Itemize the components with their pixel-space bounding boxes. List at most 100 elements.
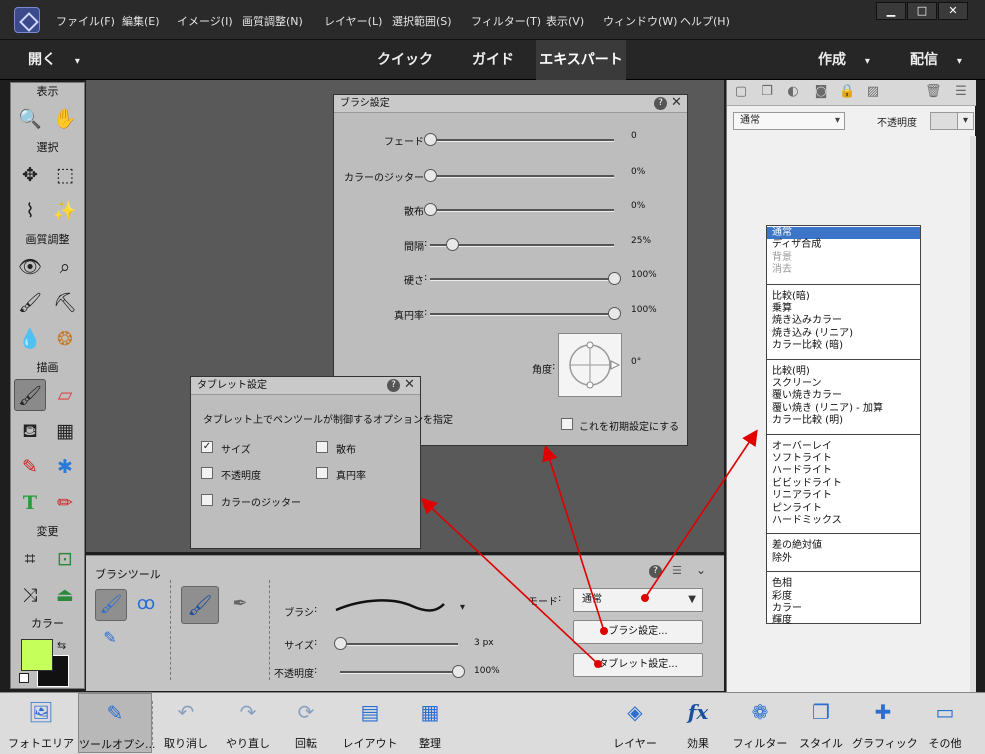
bottom-bar-styles-button[interactable]: ❐ スタイル [793, 693, 849, 753]
zoom-tool-icon[interactable]: 🔍 [14, 103, 46, 135]
maximize-button[interactable]: □ [907, 2, 937, 20]
minimize-button[interactable]: ▁ [876, 2, 906, 20]
layer-mask-icon[interactable]: ◙ [813, 84, 829, 100]
bottom-bar-undo-button[interactable]: ↶ 取り消し [156, 693, 216, 753]
lasso-tool-icon[interactable]: ⌇ [14, 195, 46, 227]
blend-mode-item[interactable]: スクリーン [767, 378, 920, 390]
close-button[interactable]: ✕ [938, 2, 968, 20]
move-tool-icon[interactable]: ✥ [14, 159, 46, 191]
pencil-tool-icon[interactable]: ✏ [49, 487, 81, 519]
blend-mode-item[interactable]: カラー比較 (明) [767, 415, 920, 427]
bottom-bar-rotate-button[interactable]: ⟳ 回転 [278, 693, 334, 753]
straighten-tool-icon[interactable]: ⏏ [49, 579, 81, 611]
red-eye-tool-icon[interactable]: 👁 [14, 251, 46, 283]
blend-mode-item[interactable]: 彩度 [767, 591, 920, 603]
blend-mode-item[interactable]: 色相 [767, 578, 920, 590]
blend-mode-item[interactable]: ディザ合成 [767, 239, 920, 251]
new-layer-icon[interactable]: ▢ [733, 84, 749, 100]
bottom-bar-redo-button[interactable]: ↷ やり直し [222, 693, 274, 753]
blend-mode-item[interactable]: 覆い焼きカラー [767, 390, 920, 402]
opacity-slider-knob[interactable] [452, 665, 465, 678]
open-button[interactable]: 開く ▾ [10, 40, 80, 80]
menu-filter[interactable]: フィルター(T) [471, 13, 541, 29]
bottom-bar-effects-button[interactable]: fx 効果 [670, 693, 726, 753]
menu-window[interactable]: ウィンドウ(W) [603, 13, 677, 29]
size-slider-knob[interactable] [334, 637, 347, 650]
tab-quick[interactable]: クイック [364, 40, 446, 80]
marquee-tool-icon[interactable]: ⬚ [49, 159, 81, 191]
menu-enhance[interactable]: 画質調整(N) [242, 13, 303, 29]
brush-slider-track[interactable] [430, 209, 614, 212]
bottom-bar-layers-button[interactable]: ◈ レイヤー [604, 693, 666, 753]
menu-image[interactable]: イメージ(I) [177, 13, 233, 29]
blend-mode-item[interactable]: ハードミックス [767, 515, 920, 527]
brush-slider-knob[interactable] [424, 203, 437, 216]
menu-file[interactable]: ファイル(F) [56, 13, 115, 29]
brush-slider-knob[interactable] [424, 133, 437, 146]
blend-mode-item[interactable]: ソフトライト [767, 453, 920, 465]
menu-help[interactable]: ヘルプ(H) [680, 13, 730, 29]
gradient-tool-icon[interactable]: ▦ [49, 415, 81, 447]
magic-wand-tool-icon[interactable]: ✨ [49, 195, 81, 227]
content-aware-move-tool-icon[interactable]: ⤨ [14, 579, 46, 611]
close-icon[interactable]: ✕ [670, 96, 683, 110]
tab-guided[interactable]: ガイド [456, 40, 530, 80]
blend-mode-item[interactable]: 差の絶対値 [767, 540, 920, 552]
smart-brush-tool-icon[interactable]: 🖌 [14, 287, 46, 319]
blend-mode-item[interactable]: ハードライト [767, 465, 920, 477]
default-colors-icon[interactable] [19, 673, 29, 683]
blend-mode-item[interactable]: 輝度 [767, 615, 920, 627]
layers-scrollbar[interactable] [970, 136, 976, 692]
menu-layer[interactable]: レイヤー(L) [324, 13, 382, 29]
tablet-size-checkbox[interactable]: ✓ [201, 441, 213, 453]
paint-bucket-tool-icon[interactable]: ⛾ [14, 415, 46, 447]
share-button[interactable]: 配信 ▾ [896, 40, 976, 80]
bottom-bar-layout-button[interactable]: ▤ レイアウト [342, 693, 398, 753]
brush-variant-icon[interactable]: 🖌 [95, 589, 127, 621]
airbrush-mode-icon[interactable]: ✒ [225, 589, 255, 619]
bottom-bar-organizer-button[interactable]: ▦ 整理 [402, 693, 458, 753]
blend-mode-item[interactable]: ビビッドライト [767, 478, 920, 490]
eraser-tool-icon[interactable]: ▱ [49, 379, 81, 411]
type-tool-icon[interactable]: T [14, 487, 46, 519]
blend-mode-item[interactable]: 通常 [767, 227, 920, 240]
blend-mode-item[interactable]: 背景 [767, 252, 920, 264]
blend-mode-item[interactable]: カラー比較 (暗) [767, 340, 920, 352]
crop-tool-icon[interactable]: ⌗ [14, 543, 46, 575]
brush-slider-knob[interactable] [608, 307, 621, 320]
eyedropper-tool-icon[interactable]: ✎ [14, 451, 46, 483]
sponge-tool-icon[interactable]: ❂ [49, 323, 81, 355]
brush-slider-knob[interactable] [608, 272, 621, 285]
hand-tool-icon[interactable]: ✋ [49, 103, 81, 135]
chevron-down-icon[interactable]: ▾ [957, 112, 974, 130]
blend-mode-item[interactable]: 除外 [767, 553, 920, 565]
bottom-bar-graphics-button[interactable]: ✚ グラフィック [852, 693, 918, 753]
tab-expert[interactable]: エキスパート [536, 40, 626, 81]
panel-menu-icon[interactable]: ☰ [953, 84, 969, 100]
angle-roundness-widget[interactable] [558, 333, 622, 397]
help-icon[interactable]: ? [649, 565, 662, 578]
lock-icon[interactable]: 🔒 [839, 84, 855, 100]
opacity-slider-track[interactable] [340, 671, 458, 674]
help-icon[interactable]: ? [387, 379, 400, 392]
bottom-bar-tool-options-button[interactable]: ✎ ツールオプシ... [78, 693, 156, 753]
tablet-color-jitter-checkbox[interactable] [201, 494, 213, 506]
clone-stamp-tool-icon[interactable]: ⛏ [49, 287, 81, 319]
blend-mode-item[interactable]: 消去 [767, 264, 920, 276]
brush-slider-track[interactable] [430, 278, 614, 281]
blend-mode-item[interactable]: 比較(暗) [767, 291, 920, 303]
brush-slider-track[interactable] [430, 139, 614, 142]
size-slider-track[interactable] [340, 643, 458, 646]
brush-settings-button[interactable]: ブラシ設定... [573, 620, 703, 644]
tablet-roundness-checkbox[interactable] [316, 467, 328, 479]
blur-tool-icon[interactable]: 💧 [14, 323, 46, 355]
blend-mode-list[interactable]: 通常 ディザ合成 背景 消去 比較(暗) 乗算 焼き込みカラー 焼き込み (リニア) カラー比較… [766, 225, 921, 627]
brush-slider-knob[interactable] [424, 169, 437, 182]
blend-mode-item[interactable]: 焼き込みカラー [767, 315, 920, 327]
adjustment-layer-icon[interactable]: ◐ [785, 84, 801, 100]
tablet-settings-button[interactable]: タブレット設定... [573, 653, 703, 677]
bottom-bar-photo-bin-button[interactable]: 🖼 フォトエリア [6, 693, 76, 753]
help-icon[interactable]: ? [654, 97, 667, 110]
blend-mode-item[interactable]: ピンライト [767, 503, 920, 515]
blend-mode-item[interactable]: オーバーレイ [767, 441, 920, 453]
